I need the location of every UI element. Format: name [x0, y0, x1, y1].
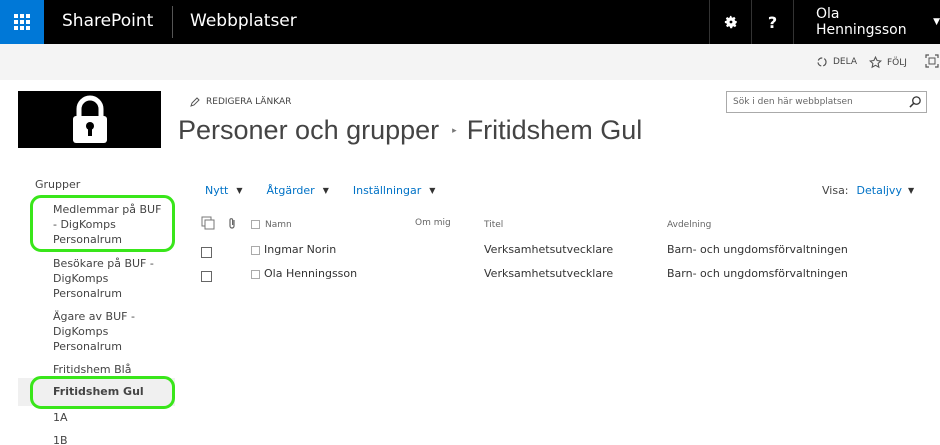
padlock-icon: [72, 95, 107, 143]
nav-item-fritidshem-bla[interactable]: Fritidshem Blå: [18, 362, 175, 377]
table-row[interactable]: Ingmar Norin Verksamhetsutvecklare Barn-…: [195, 242, 925, 264]
gear-icon: [724, 15, 737, 29]
settings-label: Inställningar: [352, 184, 422, 197]
chevron-down-icon: ▼: [236, 186, 243, 195]
ribbon-row: DELA FÖLJ: [0, 44, 940, 80]
site-search-box: [726, 91, 927, 113]
settings-menu-button[interactable]: Inställningar ▼: [353, 184, 436, 197]
column-header-title[interactable]: Titel: [484, 220, 503, 230]
follow-button[interactable]: FÖLJ: [869, 56, 907, 69]
user-menu-button[interactable]: Ola Henningsson ▼: [793, 0, 940, 44]
site-logo[interactable]: [18, 91, 161, 148]
new-label: Nytt: [205, 184, 229, 197]
list-header-row: Namn Om mig Titel Avdelning: [195, 214, 925, 236]
search-input[interactable]: [727, 97, 902, 107]
search-icon[interactable]: [909, 95, 922, 108]
nav-item-1a[interactable]: 1A: [18, 410, 175, 425]
focus-mode-icon: [925, 54, 939, 68]
presence-indicator: [251, 245, 260, 258]
nav-header-groups: Grupper: [35, 178, 81, 191]
sharepoint-brand-link[interactable]: SharePoint: [62, 11, 153, 31]
chevron-down-icon: ▼: [322, 186, 329, 195]
edit-links-label: REDIGERA LÄNKAR: [206, 97, 292, 107]
breadcrumb: Personer och grupper ▸ Fritidshem Gul: [178, 115, 642, 146]
actions-label: Åtgärder: [266, 184, 315, 197]
person-name-link[interactable]: Ingmar Norin: [264, 243, 336, 256]
user-name: Ola Henningsson: [816, 6, 907, 38]
row-select-checkbox[interactable]: [201, 247, 212, 261]
attachment-icon: [229, 218, 235, 229]
share-button[interactable]: DELA: [816, 56, 857, 68]
focus-content-button[interactable]: [925, 54, 940, 68]
person-title: Verksamhetsutvecklare: [484, 267, 614, 280]
document-type-icon: [201, 216, 215, 230]
settings-button[interactable]: [709, 0, 751, 44]
edit-links-button[interactable]: REDIGERA LÄNKAR: [190, 97, 291, 107]
nav-item-visitors[interactable]: Besökare på BUF - DigKomps Personalrum: [18, 256, 175, 301]
person-title: Verksamhetsutvecklare: [484, 243, 614, 256]
chevron-down-icon: ▼: [429, 186, 436, 195]
select-all-checkbox[interactable]: [251, 220, 260, 232]
sites-link[interactable]: Webbplatser: [190, 11, 297, 31]
help-icon: ?: [767, 12, 778, 32]
column-header-name[interactable]: Namn: [265, 220, 292, 230]
breadcrumb-parent-link[interactable]: Personer och grupper: [178, 115, 439, 146]
nav-item-fritidshem-gul[interactable]: Fritidshem Gul: [18, 378, 175, 406]
share-label: DELA: [833, 57, 857, 67]
page-title: Fritidshem Gul: [466, 115, 643, 145]
row-select-checkbox[interactable]: [201, 271, 212, 285]
view-label: Visa:: [822, 184, 849, 197]
suite-bar-divider: [172, 6, 173, 38]
pencil-icon: [190, 97, 200, 107]
chevron-down-icon: ▼: [907, 186, 915, 195]
suite-bar: SharePoint Webbplatser ? Ola Henningsson…: [0, 0, 940, 44]
list-toolbar: Nytt ▼ Åtgärder ▼ Inställningar ▼: [205, 184, 459, 197]
waffle-icon: [14, 14, 30, 30]
actions-menu-button[interactable]: Åtgärder ▼: [267, 184, 329, 197]
view-selector: Visa: Detaljvy ▼: [822, 184, 914, 197]
view-dropdown[interactable]: Detaljvy: [857, 184, 902, 197]
person-name-link[interactable]: Ola Henningsson: [264, 267, 357, 280]
new-menu-button[interactable]: Nytt ▼: [205, 184, 243, 197]
follow-label: FÖLJ: [887, 57, 907, 68]
table-row[interactable]: Ola Henningsson Verksamhetsutvecklare Ba…: [195, 266, 925, 288]
presence-indicator: [251, 269, 260, 282]
nav-item-members[interactable]: Medlemmar på BUF - DigKomps Personalrum: [18, 202, 175, 247]
star-icon: [869, 56, 882, 69]
nav-item-1b[interactable]: 1B: [18, 433, 175, 445]
app-launcher-button[interactable]: [0, 0, 44, 44]
share-icon: [817, 57, 827, 67]
person-department: Barn- och ungdomsförvaltningen: [667, 243, 848, 256]
column-header-department[interactable]: Avdelning: [667, 220, 711, 230]
column-header-about[interactable]: Om mig: [415, 218, 451, 228]
breadcrumb-arrow-icon: ▸: [452, 125, 457, 135]
nav-item-owners[interactable]: Ägare av BUF - DigKomps Personalrum: [18, 309, 175, 354]
chevron-down-icon: ▼: [933, 17, 940, 27]
help-button[interactable]: ?: [751, 0, 793, 44]
person-department: Barn- och ungdomsförvaltningen: [667, 267, 848, 280]
